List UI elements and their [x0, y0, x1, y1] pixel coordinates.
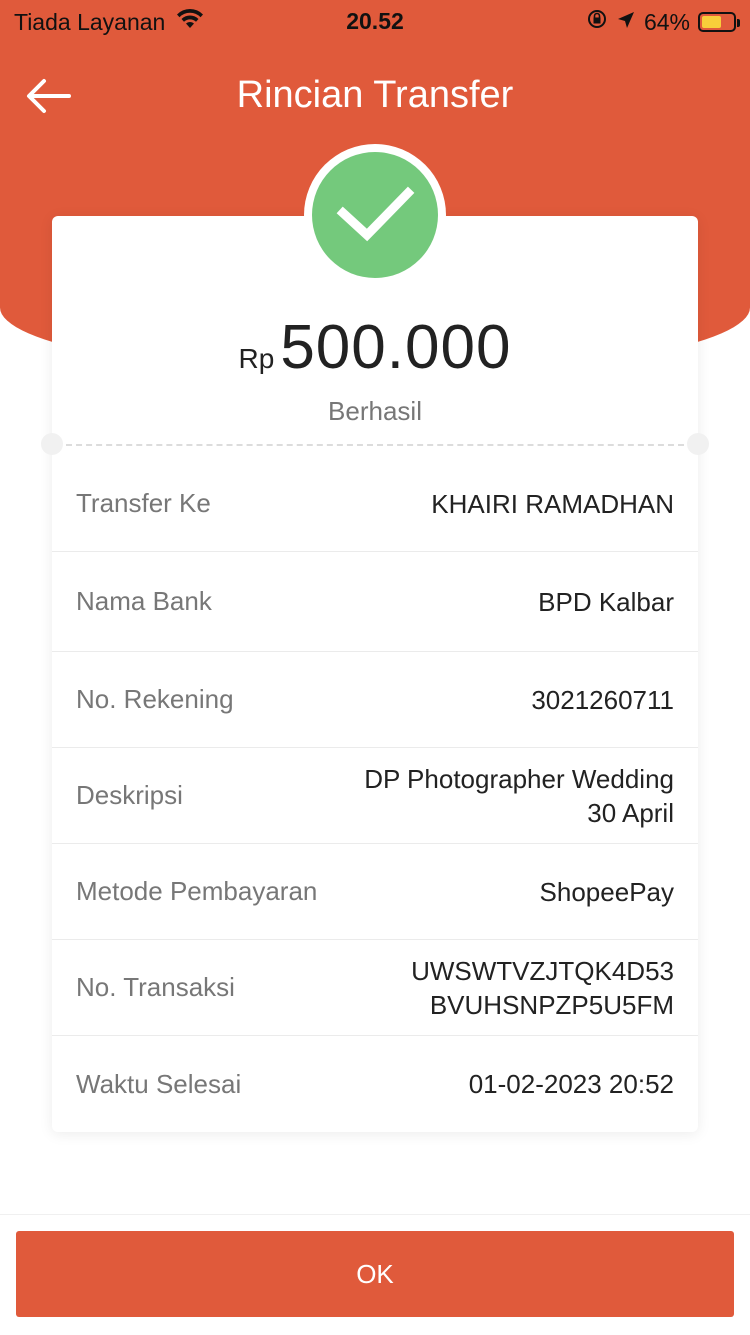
- battery-icon: [698, 12, 740, 32]
- detail-row-payment-method: Metode Pembayaran ShopeePay: [52, 844, 698, 940]
- detail-row-completed-time: Waktu Selesai 01-02-2023 20:52: [52, 1036, 698, 1132]
- transfer-status: Berhasil: [328, 396, 422, 426]
- detail-row-description: Deskripsi DP Photographer Wedding 30 Apr…: [52, 748, 698, 844]
- orientation-lock-icon: [586, 8, 608, 36]
- detail-row-transaction-number: No. Transaksi UWSWTVZJTQK4D53 BVUHSNPZP5…: [52, 940, 698, 1036]
- detail-value: BPD Kalbar: [538, 586, 674, 617]
- amount-value: 500.000: [280, 313, 512, 382]
- success-check-icon: [312, 152, 438, 278]
- detail-value: KHAIRI RAMADHAN: [431, 488, 674, 519]
- page-title: Rincian Transfer: [236, 74, 514, 116]
- detail-value: 01-02-2023 20:52: [468, 1069, 674, 1099]
- detail-value: UWSWTVZJTQK4D53 BVUHSNPZP5U5FM: [411, 954, 674, 1022]
- detail-label: Waktu Selesai: [76, 1068, 242, 1099]
- battery-fill: [702, 16, 721, 28]
- status-bar: Tiada Layanan 20.52 64%: [0, 0, 750, 42]
- detail-row-bank-name: Nama Bank BPD Kalbar: [52, 552, 698, 652]
- battery-percent: 64%: [643, 8, 690, 35]
- amount: Rp500.000: [52, 312, 698, 383]
- amount-currency: Rp: [238, 343, 275, 374]
- detail-label: No. Rekening: [76, 684, 234, 714]
- success-badge: [304, 144, 446, 286]
- location-arrow-icon: [616, 9, 636, 36]
- detail-label: Nama Bank: [76, 586, 212, 616]
- detail-row-account-number: No. Rekening 3021260711: [52, 652, 698, 748]
- transaction-line-1: UWSWTVZJTQK4D53: [411, 955, 674, 986]
- transaction-line-2: BVUHSNPZP5U5FM: [429, 989, 674, 1020]
- details-list: Transfer Ke KHAIRI RAMADHAN Nama Bank BP…: [52, 456, 698, 1132]
- detail-label: Transfer Ke: [76, 488, 211, 518]
- detail-value: ShopeePay: [539, 876, 674, 907]
- transfer-receipt-card: Rp500.000 Berhasil Transfer Ke KHAIRI RA…: [41, 216, 709, 1132]
- ticket-notch-right: [687, 433, 709, 455]
- ticket-notch-left: [41, 433, 63, 455]
- detail-value: DP Photographer Wedding 30 April: [364, 762, 674, 830]
- ok-button[interactable]: OK: [16, 1231, 734, 1317]
- detail-label: Metode Pembayaran: [76, 876, 318, 906]
- detail-value: 3021260711: [531, 684, 674, 715]
- description-line-1: DP Photographer Wedding: [364, 763, 674, 794]
- description-line-2: 30 April: [587, 797, 674, 828]
- dashed-divider: [66, 444, 684, 446]
- nav-bar: Rincian Transfer: [0, 60, 750, 132]
- detail-label: Deskripsi: [76, 780, 183, 810]
- detail-label: No. Transaksi: [76, 972, 235, 1002]
- detail-row-transfer-to: Transfer Ke KHAIRI RAMADHAN: [52, 456, 698, 552]
